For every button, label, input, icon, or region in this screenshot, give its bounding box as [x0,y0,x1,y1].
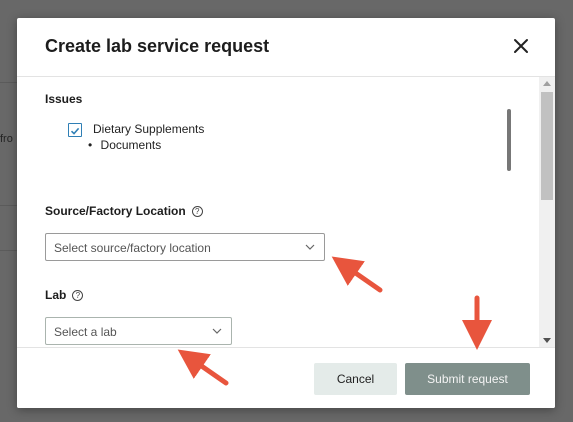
source-factory-select[interactable]: Select source/factory location [45,233,325,261]
source-factory-label-text: Source/Factory Location [45,204,186,218]
lab-label: Lab? [45,288,84,302]
dietary-supplements-checkbox[interactable] [68,123,82,137]
dialog-body: Issues Dietary Supplements • Documents S… [17,77,555,347]
issues-label: Issues [45,92,83,106]
create-lab-request-dialog: Create lab service request Issues Dietar… [17,18,555,408]
issues-list-scrollbar[interactable] [507,109,511,171]
submit-request-button[interactable]: Submit request [405,363,530,395]
help-circle-icon[interactable]: ? [72,290,84,301]
chevron-down-icon [305,244,315,250]
help-circle-icon[interactable]: ? [191,206,203,217]
scroll-down-arrow-icon[interactable] [543,338,551,343]
scrollbar-thumb[interactable] [541,92,553,200]
source-factory-placeholder: Select source/factory location [54,241,211,255]
bullet-icon: • [88,138,93,152]
issue-documents: • Documents [88,138,161,152]
dialog-footer: Cancel Submit request [17,347,555,408]
cancel-button[interactable]: Cancel [314,363,397,395]
lab-select[interactable]: Select a lab [45,317,232,345]
dialog-header: Create lab service request [17,18,555,77]
dialog-scrollbar[interactable] [539,77,555,347]
issue-documents-label: Documents [100,138,162,152]
lab-placeholder: Select a lab [54,325,117,339]
close-icon[interactable] [511,36,531,56]
checkmark-icon [70,127,80,135]
lab-label-text: Lab [45,288,67,302]
issue-dietary-supplements: Dietary Supplements [93,122,205,136]
dialog-title: Create lab service request [45,36,270,56]
chevron-down-icon [212,328,222,334]
source-factory-label: Source/Factory Location? [45,204,203,218]
scroll-up-arrow-icon[interactable] [543,81,551,86]
